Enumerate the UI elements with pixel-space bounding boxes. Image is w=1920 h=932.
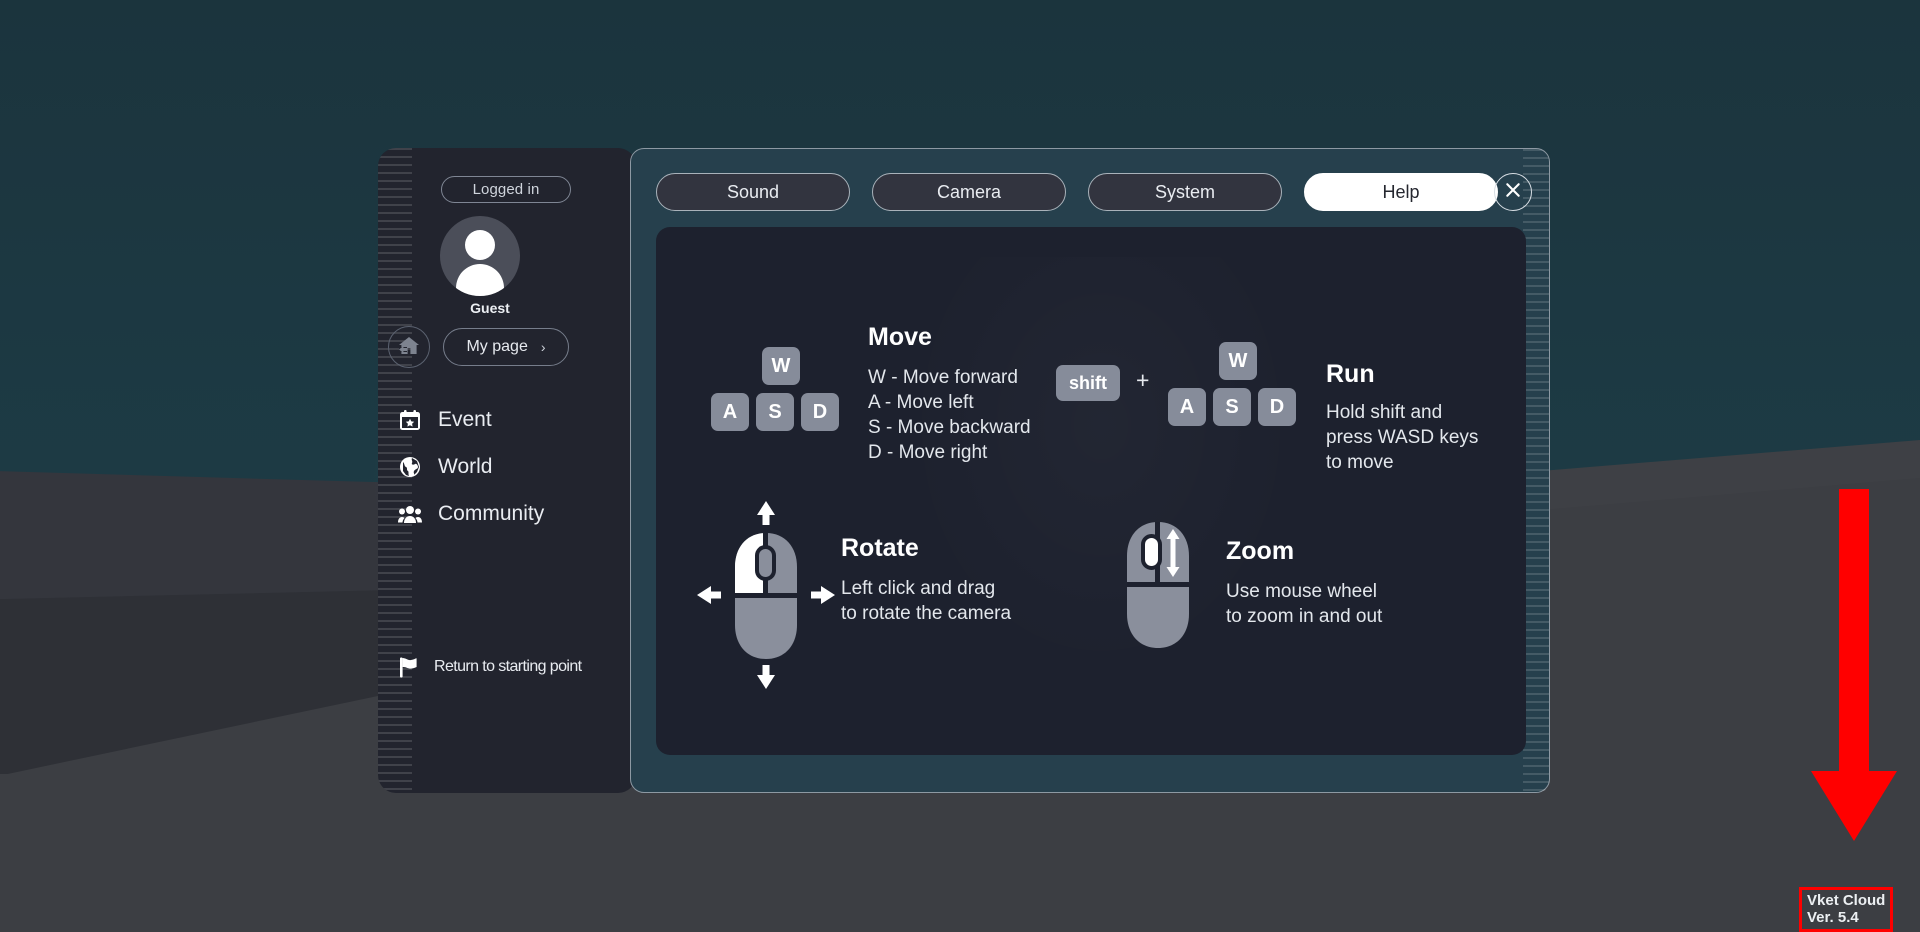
sidebar-item-label: World (438, 455, 492, 479)
help-content: W A S D Move W - Move forward A - Move l… (656, 227, 1526, 755)
rotate-section: Rotate Left click and drag to rotate the… (841, 534, 1011, 626)
mouse-left-click-drag-icon (691, 682, 841, 699)
key-label: S (768, 401, 781, 424)
move-section: Move W - Move forward A - Move left S - … (868, 323, 1031, 465)
key-label: S (1225, 396, 1238, 419)
key-d: D (801, 393, 839, 431)
people-group-icon (398, 502, 422, 526)
version-watermark: Vket Cloud Ver. 5.4 (1799, 887, 1893, 932)
down-arrow-annotation-icon (1809, 831, 1899, 848)
sidebar: Logged in Guest (378, 148, 636, 793)
key-label: A (1180, 396, 1194, 419)
tab-system[interactable]: System (1088, 173, 1282, 211)
globe-icon (398, 455, 422, 479)
tab-sound[interactable]: Sound (656, 173, 850, 211)
key-label: W (1229, 350, 1248, 373)
rotate-description: Left click and drag to rotate the camera (841, 576, 1011, 626)
annotation-arrow (1809, 489, 1899, 849)
my-page-button[interactable]: My page › (443, 328, 569, 366)
calendar-star-icon (398, 408, 422, 432)
key-label: shift (1069, 373, 1107, 394)
sidebar-item-label: Community (438, 502, 544, 526)
zoom-section: Zoom Use mouse wheel to zoom in and out (1226, 537, 1382, 629)
run-key-diagram: W A S D (1168, 342, 1308, 426)
login-status-badge: Logged in (441, 176, 571, 203)
run-title: Run (1326, 360, 1478, 389)
home-return-icon (398, 335, 420, 360)
plus-sign: + (1136, 367, 1149, 394)
key-label: A (723, 401, 737, 424)
user-name: Guest (378, 300, 602, 316)
key-shift: shift (1056, 365, 1120, 401)
sidebar-item-label: Return to starting point (434, 658, 581, 676)
key-w: W (1219, 342, 1257, 380)
key-a: A (711, 393, 749, 431)
avatar (440, 216, 520, 296)
login-status-label: Logged in (473, 181, 540, 198)
zoom-title: Zoom (1226, 537, 1382, 566)
tab-label: Sound (727, 182, 779, 203)
sidebar-item-world[interactable]: World (384, 443, 602, 490)
tab-camera[interactable]: Camera (872, 173, 1066, 211)
sidebar-item-event[interactable]: Event (384, 396, 602, 443)
sidebar-item-return-to-starting-point[interactable]: Return to starting point (384, 646, 634, 688)
avatar-head (465, 230, 495, 260)
sidebar-nav: Event World (384, 396, 602, 537)
run-section: Run Hold shift and press WASD keys to mo… (1326, 360, 1478, 475)
flag-icon (398, 656, 420, 678)
key-a: A (1168, 388, 1206, 426)
tab-label: Camera (937, 182, 1001, 203)
app-screen: Logged in Guest (0, 0, 1920, 932)
close-button[interactable] (1494, 173, 1532, 211)
close-icon (1504, 181, 1522, 204)
mouse-scroll-wheel-icon (1111, 664, 1231, 681)
menu-window: Logged in Guest (378, 148, 1550, 793)
key-label: D (813, 401, 827, 424)
key-w: W (762, 347, 800, 385)
move-key-diagram: W A S D (711, 347, 851, 431)
key-s: S (1213, 388, 1251, 426)
key-label: D (1270, 396, 1284, 419)
chevron-right-icon: › (541, 339, 546, 355)
sidebar-item-label: Event (438, 408, 492, 432)
tab-help[interactable]: Help (1304, 173, 1498, 211)
tab-label: Help (1382, 182, 1419, 203)
settings-tabs: Sound Camera System Help (656, 173, 1498, 211)
zoom-description: Use mouse wheel to zoom in and out (1226, 579, 1382, 629)
run-description: Hold shift and press WASD keys to move (1326, 400, 1478, 475)
move-description: W - Move forward A - Move left S - Move … (868, 365, 1031, 465)
avatar-body (456, 264, 504, 296)
panel-stripe-texture (1523, 149, 1549, 794)
key-label: W (772, 355, 791, 378)
sidebar-nav-bottom: Return to starting point (384, 646, 634, 688)
zoom-mouse-diagram (1111, 517, 1231, 677)
move-title: Move (868, 323, 1031, 352)
key-s: S (756, 393, 794, 431)
tab-label: System (1155, 182, 1215, 203)
settings-panel: Sound Camera System Help (630, 148, 1550, 793)
home-return-button[interactable] (388, 326, 430, 368)
key-d: D (1258, 388, 1296, 426)
my-page-label: My page (466, 338, 527, 356)
sidebar-item-community[interactable]: Community (384, 490, 602, 537)
rotate-title: Rotate (841, 534, 1011, 563)
rotate-mouse-diagram (691, 495, 841, 695)
